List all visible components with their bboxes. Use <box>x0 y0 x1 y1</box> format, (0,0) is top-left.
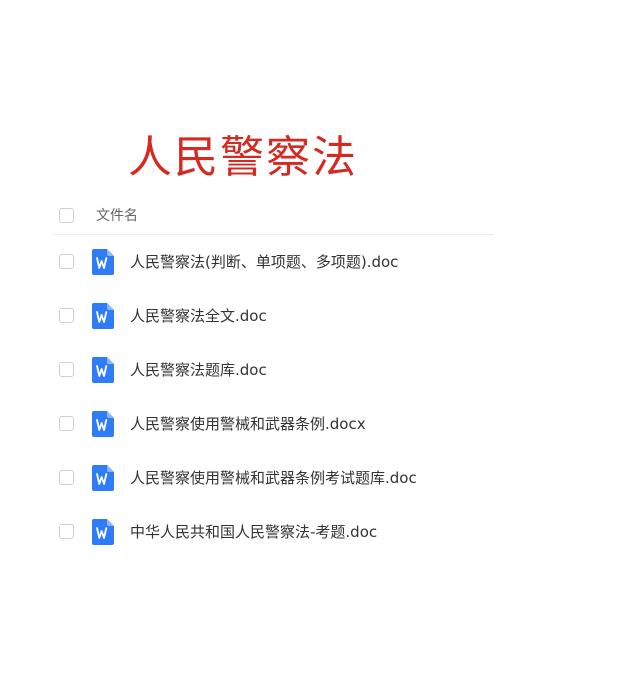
file-row[interactable]: 人民警察法题库.doc <box>52 343 494 397</box>
file-name[interactable]: 人民警察法题库.doc <box>130 359 267 381</box>
file-row[interactable]: 人民警察法(判断、单项题、多项题).doc <box>52 235 494 289</box>
file-row[interactable]: 人民警察法全文.doc <box>52 289 494 343</box>
file-row[interactable]: 人民警察使用警械和武器条例.docx <box>52 397 494 451</box>
row-checkbox[interactable] <box>59 416 74 431</box>
file-list: 文件名 人民警察法(判断、单项题、多项题).doc 人民警察法全文.doc 人民… <box>52 198 494 559</box>
word-doc-icon <box>92 357 114 383</box>
word-doc-icon <box>92 411 114 437</box>
file-name[interactable]: 人民警察使用警械和武器条例.docx <box>130 413 366 435</box>
file-row[interactable]: 中华人民共和国人民警察法-考题.doc <box>52 505 494 559</box>
row-checkbox[interactable] <box>59 254 74 269</box>
select-all-checkbox[interactable] <box>59 208 74 223</box>
file-row[interactable]: 人民警察使用警械和武器条例考试题库.doc <box>52 451 494 505</box>
row-checkbox[interactable] <box>59 362 74 377</box>
page-title: 人民警察法 <box>128 132 358 183</box>
file-name[interactable]: 中华人民共和国人民警察法-考题.doc <box>130 521 377 543</box>
column-header-filename[interactable]: 文件名 <box>96 206 138 226</box>
row-checkbox[interactable] <box>59 470 74 485</box>
row-checkbox[interactable] <box>59 308 74 323</box>
file-name[interactable]: 人民警察使用警械和武器条例考试题库.doc <box>130 467 417 489</box>
file-name[interactable]: 人民警察法全文.doc <box>130 305 267 327</box>
list-header: 文件名 <box>52 198 494 235</box>
row-checkbox[interactable] <box>59 524 74 539</box>
file-name[interactable]: 人民警察法(判断、单项题、多项题).doc <box>130 251 398 273</box>
word-doc-icon <box>92 519 114 545</box>
word-doc-icon <box>92 465 114 491</box>
word-doc-icon <box>92 303 114 329</box>
word-doc-icon <box>92 249 114 275</box>
